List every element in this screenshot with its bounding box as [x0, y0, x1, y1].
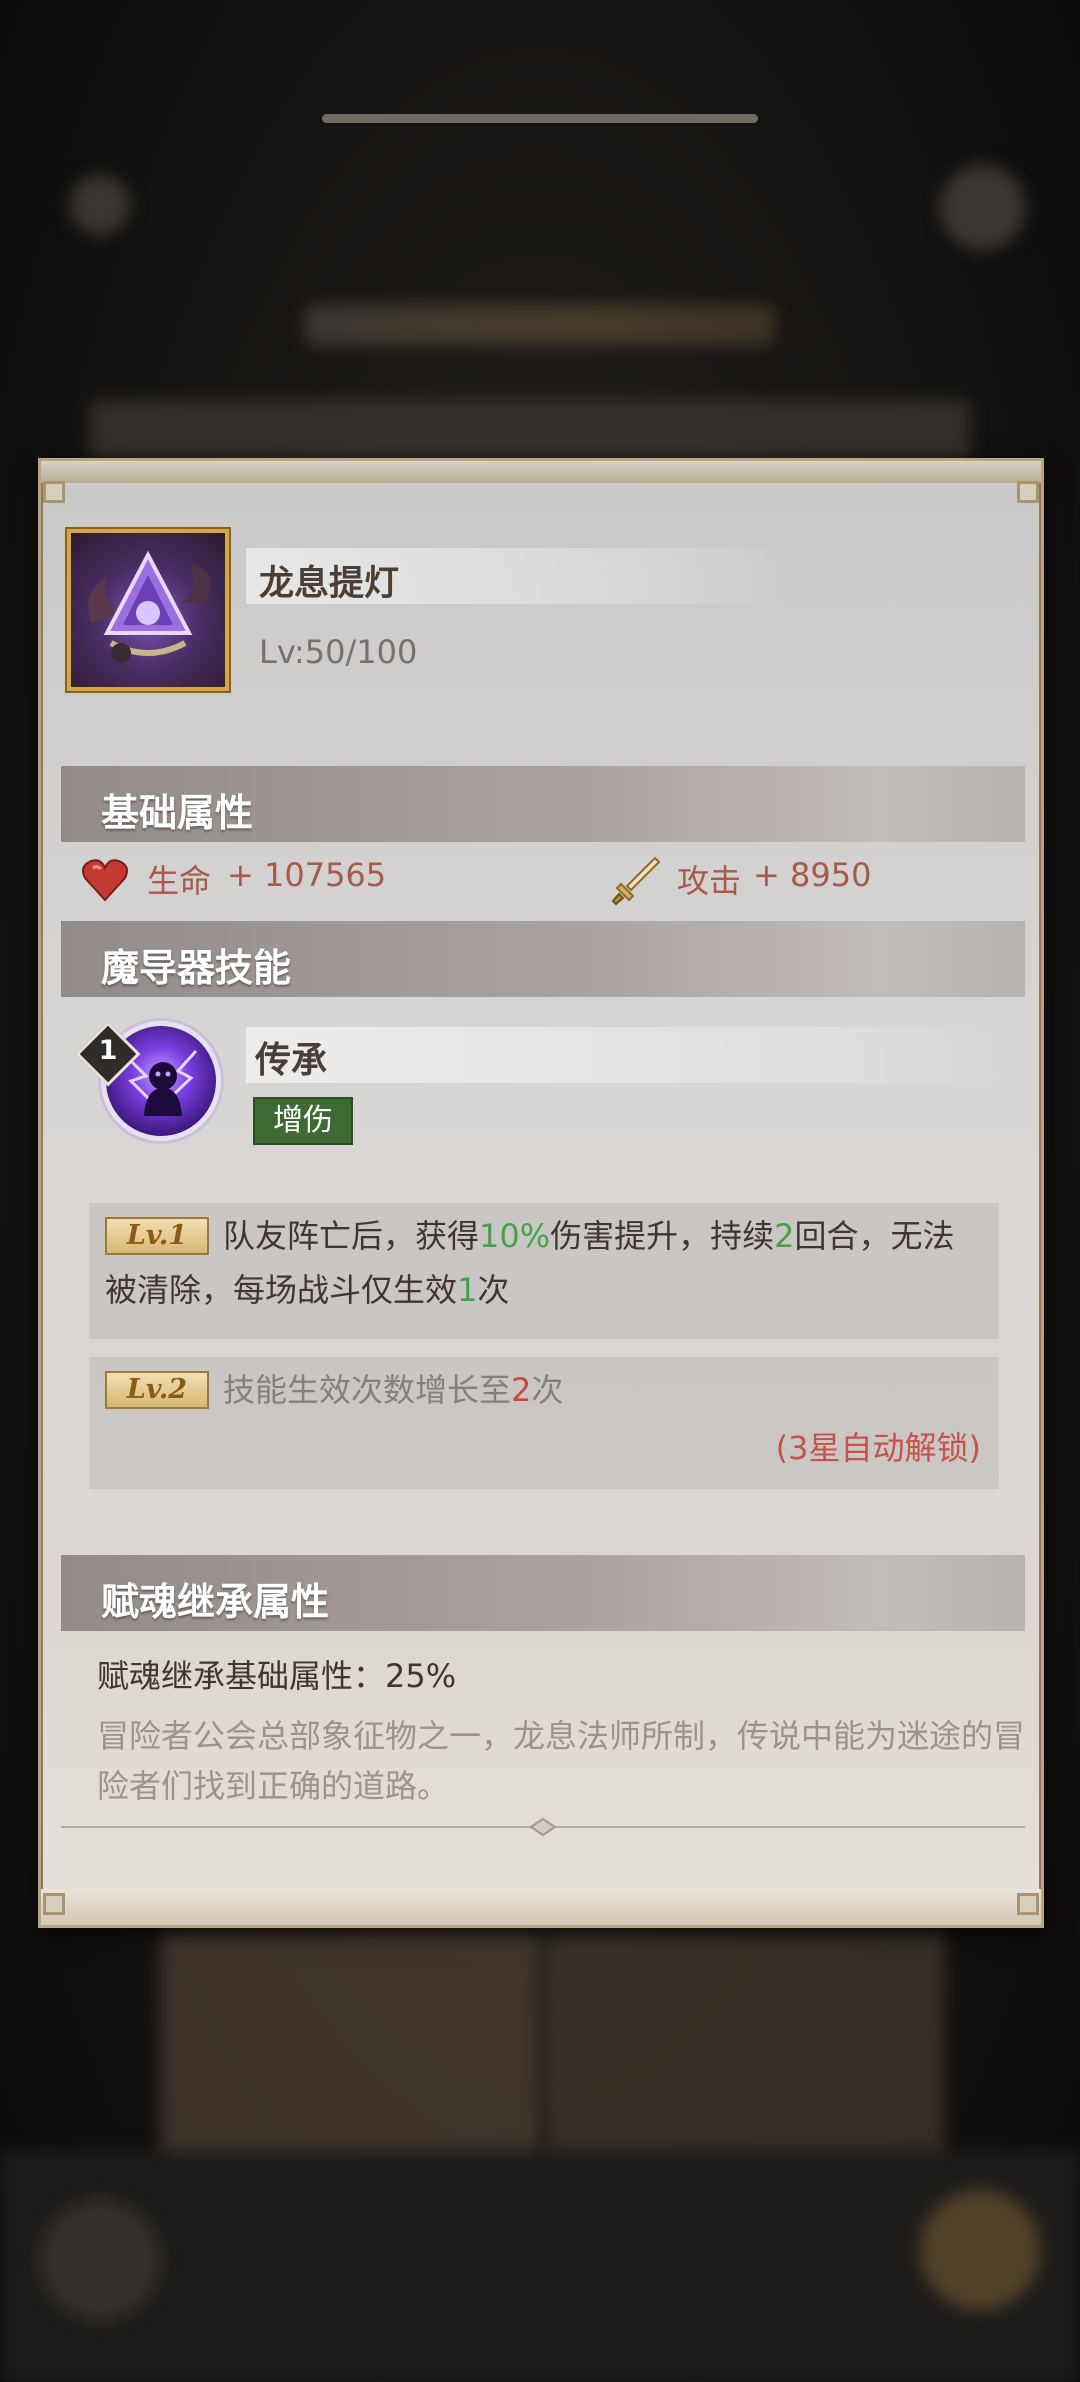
corner-ornament: [1017, 1893, 1039, 1915]
hp-label: 生命: [147, 862, 212, 900]
highlight-value: 10%: [479, 1217, 551, 1255]
heart-icon: [82, 859, 128, 902]
drag-handle[interactable]: [322, 114, 758, 123]
background-left-button: [70, 175, 130, 235]
highlight-value: 1: [457, 1271, 478, 1309]
text: 次: [477, 1271, 510, 1309]
background-title-bar: [305, 305, 775, 345]
background-nav-icon: [40, 2200, 160, 2320]
divider-ornament-icon: [529, 1817, 557, 1837]
background-right-button: [940, 165, 1025, 250]
background-card: [160, 1930, 540, 2170]
item-level: Lv:50/100: [259, 633, 418, 671]
level-2-description: 技能生效次数增长至2次: [105, 1363, 979, 1417]
text: 队友阵亡后，获得: [223, 1217, 480, 1255]
unlock-condition: (3星自动解锁): [775, 1429, 981, 1467]
panel-bottom-border: [41, 1889, 1041, 1925]
attack-label: 攻击: [677, 862, 742, 900]
level-1-description: 队友阵亡后，获得10%伤害提升，持续2回合，无法被清除，每场战斗仅生效1次: [105, 1209, 979, 1317]
skill-name-bar: [246, 1027, 1006, 1083]
hp-value: + 107565: [227, 856, 387, 894]
item-name: 龙息提灯: [259, 564, 400, 604]
section-basic-attributes: 基础属性: [61, 766, 1025, 842]
stat-attack: 攻击 + 8950: [611, 856, 1011, 906]
corner-ornament: [1017, 481, 1039, 503]
text: 次: [531, 1371, 564, 1409]
background-card: [545, 1930, 945, 2170]
highlight-value: 2: [774, 1217, 795, 1255]
corner-ornament: [43, 481, 65, 503]
inheritance-base-attribute: 赋魂继承基础属性：25%: [97, 1657, 457, 1695]
text: 伤害提升，持续: [550, 1217, 775, 1255]
attack-value: + 8950: [753, 856, 872, 894]
background-bottom-nav: [0, 2150, 1080, 2382]
item-lore-description: 冒险者公会总部象征物之一，龙息法师所制，传说中能为迷途的冒险者们找到正确的道路。: [97, 1717, 1026, 1805]
skill-tag: 增伤: [253, 1097, 353, 1145]
item-detail-panel: 龙息提灯 Lv:50/100 基础属性 生命 + 107565 攻击 + 895…: [38, 458, 1044, 1928]
screen: 龙息提灯 Lv:50/100 基础属性 生命 + 107565 攻击 + 895…: [0, 0, 1080, 2382]
section-title: 赋魂继承属性: [101, 1580, 330, 1624]
stat-hp: 生命 + 107565: [81, 856, 501, 906]
highlight-value: 2: [511, 1371, 532, 1409]
dragon-lantern-icon: [67, 529, 229, 691]
skill-name: 传承: [255, 1040, 328, 1081]
panel-top-border: [41, 461, 1041, 483]
section-title: 基础属性: [101, 791, 254, 835]
background-nav-icon: [920, 2190, 1040, 2310]
text: 技能生效次数增长至: [223, 1371, 512, 1409]
sword-icon: [611, 856, 661, 906]
section-device-skill: 魔导器技能: [61, 921, 1025, 997]
corner-ornament: [43, 1893, 65, 1915]
skill-level-2-box: Lv.2 技能生效次数增长至2次 (3星自动解锁): [89, 1357, 999, 1489]
section-soul-inheritance: 赋魂继承属性: [61, 1555, 1025, 1631]
background-strip: [90, 400, 970, 460]
section-title: 魔导器技能: [101, 946, 292, 990]
skill-level-1-box: Lv.1 队友阵亡后，获得10%伤害提升，持续2回合，无法被清除，每场战斗仅生效…: [89, 1203, 999, 1339]
skill-level-number: 1: [98, 1035, 118, 1066]
